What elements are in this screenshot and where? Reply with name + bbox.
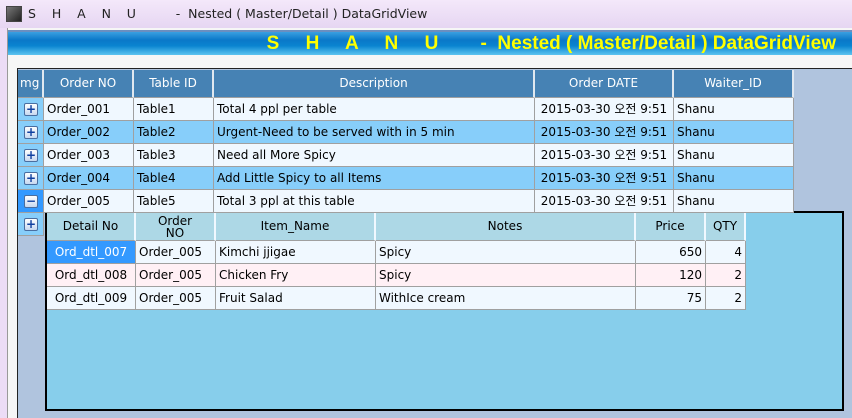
cell-table-id[interactable]: Table2 <box>134 121 214 144</box>
detail-cell-price[interactable]: 75 <box>636 287 706 310</box>
detail-cell-notes[interactable]: WithIce cream <box>376 287 636 310</box>
detail-cell-price[interactable]: 120 <box>636 264 706 287</box>
detail-column-header-price[interactable]: Price <box>636 213 706 241</box>
row-header[interactable]: + <box>18 98 44 121</box>
row-header[interactable]: − <box>18 190 44 213</box>
expand-icon[interactable]: + <box>24 126 38 139</box>
column-header-mg[interactable]: mg <box>18 70 44 98</box>
cell-description[interactable]: Total 4 ppl per table <box>214 98 535 121</box>
row-header[interactable]: + <box>18 167 44 190</box>
detail-cell-detail-no[interactable]: Ord_dtl_009 <box>47 287 136 310</box>
expand-icon[interactable]: + <box>24 149 38 162</box>
cell-waiter-id[interactable]: Shanu <box>674 121 794 144</box>
cell-order-date[interactable]: 2015-03-30 오전 9:51 <box>535 190 674 213</box>
cell-table-id[interactable]: Table1 <box>134 98 214 121</box>
detail-cell-detail-no[interactable]: Ord_dtl_008 <box>47 264 136 287</box>
cell-order-date[interactable]: 2015-03-30 오전 9:51 <box>535 121 674 144</box>
expand-icon[interactable]: + <box>24 218 38 231</box>
cell-order-no[interactable]: Order_004 <box>44 167 134 190</box>
window-title: S H A N U - Nested ( Master/Detail ) Dat… <box>28 6 428 21</box>
app-icon <box>6 6 22 22</box>
cell-description[interactable]: Need all More Spicy <box>214 144 535 167</box>
detail-column-header-item-name[interactable]: Item_Name <box>216 213 376 241</box>
cell-waiter-id[interactable]: Shanu <box>674 98 794 121</box>
cell-order-no[interactable]: Order_003 <box>44 144 134 167</box>
cell-waiter-id[interactable]: Shanu <box>674 167 794 190</box>
title-bar: S H A N U - Nested ( Master/Detail ) Dat… <box>0 0 852 28</box>
cell-waiter-id[interactable]: Shanu <box>674 190 794 213</box>
detail-cell-notes[interactable]: Spicy <box>376 264 636 287</box>
detail-cell-price[interactable]: 650 <box>636 241 706 264</box>
cell-description[interactable]: Urgent-Need to be served with in 5 min <box>214 121 535 144</box>
column-header-waiter-id[interactable]: Waiter_ID <box>674 70 794 98</box>
cell-table-id[interactable]: Table3 <box>134 144 214 167</box>
banner: S H A N U - Nested ( Master/Detail ) Dat… <box>8 30 852 55</box>
detail-cell-notes[interactable]: Spicy <box>376 241 636 264</box>
column-header-order-date[interactable]: Order DATE <box>535 70 674 98</box>
detail-cell-order-no[interactable]: Order_005 <box>136 287 216 310</box>
cell-order-date[interactable]: 2015-03-30 오전 9:51 <box>535 98 674 121</box>
detail-column-header-order-no[interactable]: Order NO <box>136 213 216 241</box>
column-header-description[interactable]: Description <box>214 70 535 98</box>
column-header-order-no[interactable]: Order NO <box>44 70 134 98</box>
cell-description[interactable]: Add Little Spicy to all Items <box>214 167 535 190</box>
cell-order-date[interactable]: 2015-03-30 오전 9:51 <box>535 144 674 167</box>
detail-column-header-qty[interactable]: QTY <box>706 213 746 241</box>
detail-cell-detail-no[interactable]: Ord_dtl_007 <box>47 241 136 264</box>
expand-icon[interactable]: + <box>24 172 38 185</box>
detail-cell-qty[interactable]: 2 <box>706 264 746 287</box>
detail-cell-qty[interactable]: 2 <box>706 287 746 310</box>
expand-icon[interactable]: + <box>24 103 38 116</box>
detail-cell-item-name[interactable]: Chicken Fry <box>216 264 376 287</box>
row-header[interactable]: + <box>18 121 44 144</box>
cell-order-no[interactable]: Order_001 <box>44 98 134 121</box>
cell-order-no[interactable]: Order_002 <box>44 121 134 144</box>
detail-column-header-detail-no[interactable]: Detail No <box>47 213 136 241</box>
cell-order-no[interactable]: Order_005 <box>44 190 134 213</box>
detail-cell-qty[interactable]: 4 <box>706 241 746 264</box>
cell-description[interactable]: Total 3 ppl at this table <box>214 190 535 213</box>
column-header-table-id[interactable]: Table ID <box>134 70 214 98</box>
detail-cell-order-no[interactable]: Order_005 <box>136 241 216 264</box>
cell-table-id[interactable]: Table4 <box>134 167 214 190</box>
collapse-icon[interactable]: − <box>24 195 38 208</box>
banner-title: S H A N U - Nested ( Master/Detail ) Dat… <box>266 33 836 54</box>
row-header[interactable]: + <box>18 213 44 236</box>
detail-cell-item-name[interactable]: Kimchi jjigae <box>216 241 376 264</box>
cell-waiter-id[interactable]: Shanu <box>674 144 794 167</box>
row-header[interactable]: + <box>18 144 44 167</box>
cell-order-date[interactable]: 2015-03-30 오전 9:51 <box>535 167 674 190</box>
detail-cell-order-no[interactable]: Order_005 <box>136 264 216 287</box>
detail-column-header-notes[interactable]: Notes <box>376 213 636 241</box>
cell-table-id[interactable]: Table5 <box>134 190 214 213</box>
detail-cell-item-name[interactable]: Fruit Salad <box>216 287 376 310</box>
